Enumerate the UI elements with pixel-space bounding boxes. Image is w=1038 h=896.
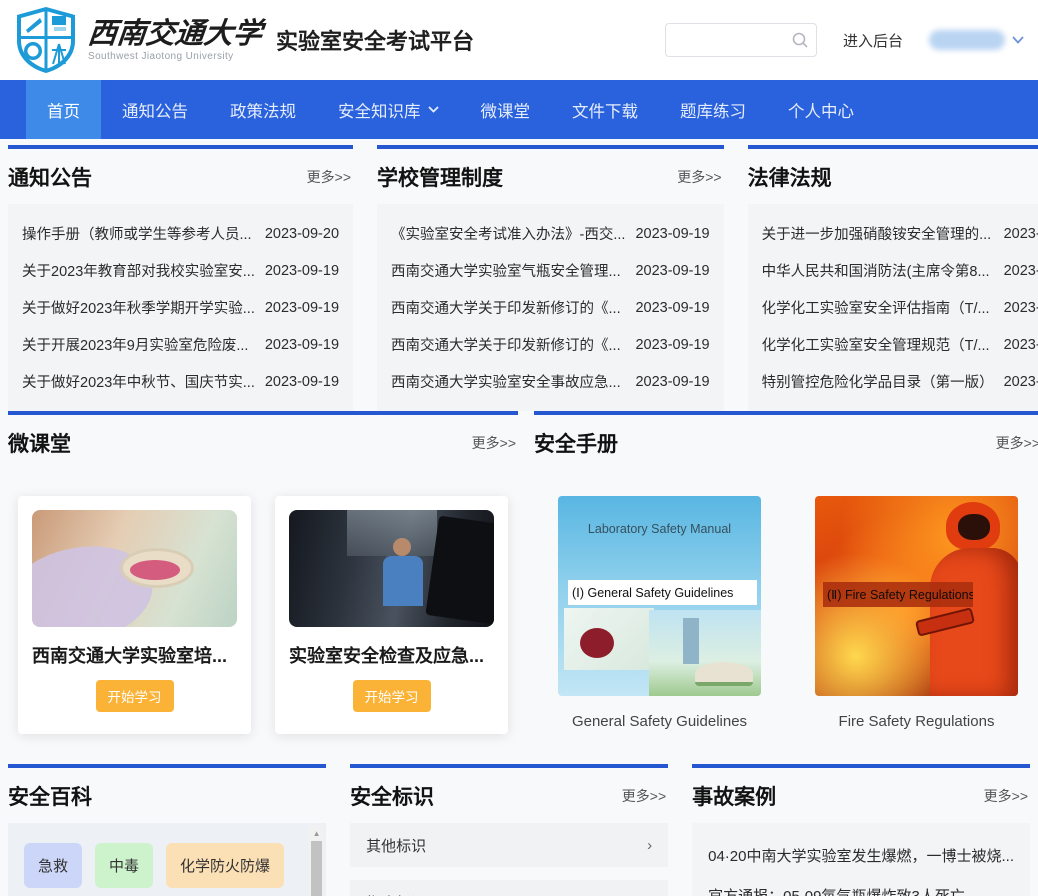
more-link-safety-signs[interactable]: 更多>> [622, 786, 666, 806]
university-name-en: Southwest Jiaotong University [88, 51, 262, 62]
main-content: 通知公告 更多>> 操作手册（教师或学生等参考人员... 2023-09-20 … [0, 139, 1038, 896]
wiki-scrollbar: ▲ [309, 825, 324, 896]
section-notices: 通知公告 更多>> 操作手册（教师或学生等参考人员... 2023-09-20 … [8, 145, 353, 411]
list-item[interactable]: 西南交通大学关于印发新修订的《... 2023-09-19 [391, 289, 710, 326]
course-card[interactable]: 西南交通大学实验室培... 开始学习 [18, 496, 251, 734]
section-title: 安全标识 [350, 781, 434, 811]
wiki-tag-chemical-fire[interactable]: 化学防火防爆 [166, 843, 284, 888]
wiki-tag-poisoning[interactable]: 中毒 [95, 843, 153, 888]
safety-signs-list: 其他标识 › 指令标识 › [350, 823, 668, 896]
case-item[interactable]: 官方通报：05·09氧气瓶爆炸致3人死亡 [708, 875, 1014, 896]
list-item[interactable]: 关于做好2023年中秋节、国庆节实... 2023-09-19 [22, 363, 339, 400]
section-accident-cases: 事故案例 更多>> 04·20中南大学实验室发生爆燃，一博士被烧... 官方通报… [692, 764, 1030, 896]
enter-backend-link[interactable]: 进入后台 [843, 30, 903, 51]
notices-list: 操作手册（教师或学生等参考人员... 2023-09-20 关于2023年教育部… [8, 204, 353, 411]
start-learning-button[interactable]: 开始学习 [96, 680, 174, 712]
chevron-down-icon [428, 106, 439, 113]
course-thumbnail-petri-dish [32, 510, 237, 627]
user-menu[interactable] [929, 30, 1024, 50]
list-item[interactable]: 西南交通大学实验室安全事故应急... 2023-09-19 [391, 363, 710, 400]
nav-item-question-bank[interactable]: 题库练习 [659, 80, 767, 139]
nav-item-notices[interactable]: 通知公告 [101, 80, 209, 139]
list-item[interactable]: 化学化工实验室安全评估指南（T/... 2023-09-08 [762, 289, 1038, 326]
course-title: 实验室安全检查及应急... [289, 642, 494, 668]
list-item[interactable]: 关于进一步加强硝酸铵安全管理的... 2023-09-08 [762, 215, 1038, 252]
start-learning-button[interactable]: 开始学习 [353, 680, 431, 712]
laws-list: 关于进一步加强硝酸铵安全管理的... 2023-09-08 中华人民共和国消防法… [748, 204, 1038, 411]
shield-logo-icon [14, 6, 78, 74]
nav-item-knowledge-base[interactable]: 安全知识库 [317, 80, 460, 139]
bottom-sections-row: 安全百科 急救 中毒 化学防火防爆 ▲ 安全标识 更多>> [8, 764, 1030, 896]
manual-cover-general-safety: Laboratory Safety Manual (Ⅰ) General Saf… [558, 496, 761, 696]
list-item[interactable]: 西南交通大学关于印发新修订的《... 2023-09-19 [391, 326, 710, 363]
more-link-micro-class[interactable]: 更多>> [472, 433, 516, 453]
chevron-down-icon [1012, 36, 1024, 44]
list-item[interactable]: 《实验室安全考试准入办法》-西交... 2023-09-19 [391, 215, 710, 252]
section-title: 通知公告 [8, 162, 92, 192]
more-link-notices[interactable]: 更多>> [307, 167, 351, 187]
sign-category-mandatory[interactable]: 指令标识 › [350, 880, 668, 896]
main-nav: 首页 通知公告 政策法规 安全知识库 微课堂 文件下载 题库练习 个人中心 [0, 80, 1038, 139]
accident-cases-list: 04·20中南大学实验室发生爆燃，一博士被烧... 官方通报：05·09氧气瓶爆… [692, 823, 1030, 896]
section-safety-manual: 安全手册 更多>> Laboratory Safety Manual (Ⅰ) G… [534, 411, 1038, 764]
section-laws: 法律法规 更多>> 关于进一步加强硝酸铵安全管理的... 2023-09-08 … [748, 145, 1038, 411]
header-right: 进入后台 [665, 23, 1024, 57]
list-item[interactable]: 关于做好2023年秋季学期开学实验... 2023-09-19 [22, 289, 339, 326]
section-title: 法律法规 [748, 162, 832, 192]
sign-category-other[interactable]: 其他标识 › [350, 823, 668, 867]
list-item[interactable]: 操作手册（教师或学生等参考人员... 2023-09-20 [22, 215, 339, 252]
safety-wiki-panel: 急救 中毒 化学防火防爆 ▲ [8, 823, 326, 896]
nav-item-personal-center[interactable]: 个人中心 [767, 80, 875, 139]
university-logo[interactable] [14, 6, 78, 74]
nav-item-downloads[interactable]: 文件下载 [551, 80, 659, 139]
username-redacted [929, 30, 1005, 50]
nav-item-policies[interactable]: 政策法规 [209, 80, 317, 139]
scrollbar-up-arrow[interactable]: ▲ [309, 825, 324, 841]
manual-caption: Fire Safety Regulations [815, 713, 1018, 730]
manual-item[interactable]: (Ⅱ) Fire Safety Regulations Fire Safety … [815, 496, 1018, 730]
manual-cover-fire-safety: (Ⅱ) Fire Safety Regulations [815, 496, 1018, 696]
middle-sections-row: 微课堂 更多>> 西南交通大学实验室培... 开始学习 [8, 411, 1030, 764]
section-title: 事故案例 [692, 781, 776, 811]
wiki-tag-first-aid[interactable]: 急救 [24, 843, 82, 888]
more-link-safety-manual[interactable]: 更多>> [996, 433, 1038, 453]
section-micro-class: 微课堂 更多>> 西南交通大学实验室培... 开始学习 [8, 411, 518, 764]
manual-item[interactable]: Laboratory Safety Manual (Ⅰ) General Saf… [558, 496, 761, 730]
school-rules-list: 《实验室安全考试准入办法》-西交... 2023-09-19 西南交通大学实验室… [377, 204, 724, 411]
section-school-rules: 学校管理制度 更多>> 《实验室安全考试准入办法》-西交... 2023-09-… [377, 145, 724, 411]
manual-caption: General Safety Guidelines [558, 713, 761, 730]
section-safety-wiki: 安全百科 急救 中毒 化学防火防爆 ▲ [8, 764, 326, 896]
list-item[interactable]: 关于开展2023年9月实验室危险废... 2023-09-19 [22, 326, 339, 363]
site-title: 实验室安全考试平台 [276, 24, 474, 56]
nav-item-micro-class[interactable]: 微课堂 [460, 80, 552, 139]
course-card[interactable]: 实验室安全检查及应急... 开始学习 [275, 496, 508, 734]
course-title: 西南交通大学实验室培... [32, 642, 237, 668]
micro-class-cards: 西南交通大学实验室培... 开始学习 实验室安全检查及应急... 开始学习 [8, 470, 518, 764]
list-item[interactable]: 特别管控危险化学品目录（第一版） 2023-09-08 [762, 363, 1038, 400]
page-header: 西南交通大学 Southwest Jiaotong University 实验室… [0, 0, 1038, 80]
search-box [665, 23, 817, 57]
case-item[interactable]: 04·20中南大学实验室发生爆燃，一博士被烧... [708, 835, 1014, 875]
section-title: 安全手册 [534, 428, 618, 458]
list-item[interactable]: 中华人民共和国消防法(主席令第8... 2023-09-08 [762, 252, 1038, 289]
more-link-school-rules[interactable]: 更多>> [677, 167, 721, 187]
list-item[interactable]: 西南交通大学实验室气瓶安全管理... 2023-09-19 [391, 252, 710, 289]
chevron-right-icon: › [647, 837, 652, 854]
university-name-cn: 西南交通大学 [86, 18, 263, 48]
list-item[interactable]: 化学化工实验室安全管理规范（T/... 2023-09-08 [762, 326, 1038, 363]
course-thumbnail-lab [289, 510, 494, 627]
search-icon[interactable] [791, 31, 809, 54]
section-safety-signs: 安全标识 更多>> 其他标识 › 指令标识 › [350, 764, 668, 896]
section-title: 微课堂 [8, 428, 71, 458]
more-link-accident-cases[interactable]: 更多>> [984, 786, 1028, 806]
list-item[interactable]: 关于2023年教育部对我校实验室安... 2023-09-19 [22, 252, 339, 289]
scrollbar-thumb[interactable] [311, 841, 322, 896]
nav-item-home[interactable]: 首页 [26, 80, 101, 139]
section-title: 安全百科 [8, 781, 92, 811]
top-sections-row: 通知公告 更多>> 操作手册（教师或学生等参考人员... 2023-09-20 … [8, 145, 1030, 411]
section-title: 学校管理制度 [377, 162, 503, 192]
safety-manual-items: Laboratory Safety Manual (Ⅰ) General Saf… [534, 470, 1038, 730]
university-name: 西南交通大学 Southwest Jiaotong University [88, 18, 262, 62]
